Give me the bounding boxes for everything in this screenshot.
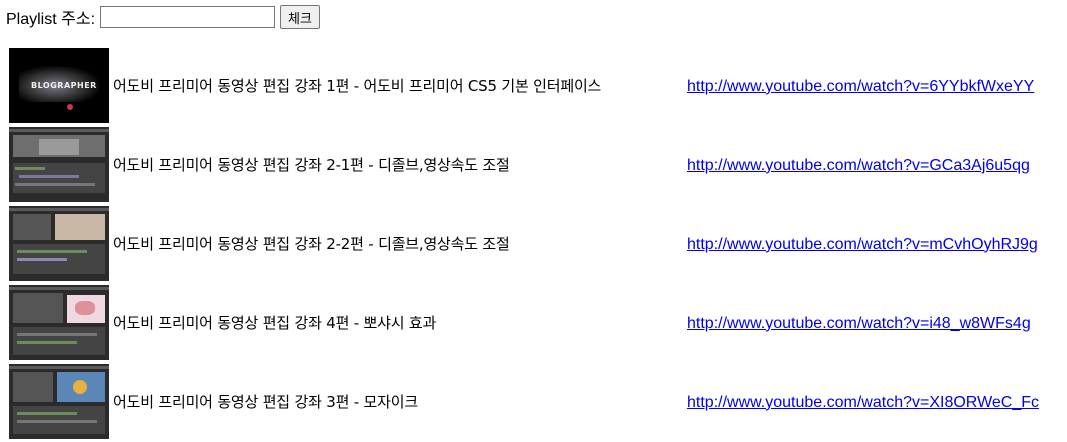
- video-thumbnail: BLOGRAPHER: [9, 48, 109, 123]
- video-title: 어도비 프리미어 동영상 편집 강좌 2-2편 - 디졸브,영상속도 조절: [113, 235, 510, 253]
- video-row: 어도비 프리미어 동영상 편집 강좌 3편 - 모자이크 http://www.…: [8, 363, 1040, 440]
- video-link[interactable]: http://www.youtube.com/watch?v=mCvhOyhRJ…: [687, 236, 1038, 253]
- video-link[interactable]: http://www.youtube.com/watch?v=i48_w8WFs…: [687, 315, 1031, 332]
- video-link[interactable]: http://www.youtube.com/watch?v=XI8ORWeC_…: [687, 394, 1039, 411]
- video-row: 어도비 프리미어 동영상 편집 강좌 2-2편 - 디졸브,영상속도 조절 ht…: [8, 205, 1040, 282]
- video-thumbnail: [9, 127, 109, 202]
- video-link[interactable]: http://www.youtube.com/watch?v=6YYbkfWxe…: [687, 78, 1034, 95]
- playlist-form: Playlist 주소: 체크: [6, 5, 320, 29]
- video-title: 어도비 프리미어 동영상 편집 강좌 3편 - 모자이크: [113, 393, 418, 411]
- video-title: 어도비 프리미어 동영상 편집 강좌 2-1편 - 디졸브,영상속도 조절: [113, 156, 510, 174]
- video-title: 어도비 프리미어 동영상 편집 강좌 1편 - 어도비 프리미어 CS5 기본 …: [113, 77, 602, 95]
- video-list: BLOGRAPHER 어도비 프리미어 동영상 편집 강좌 1편 - 어도비 프…: [6, 45, 1042, 442]
- playlist-url-input[interactable]: [100, 6, 276, 28]
- video-row: 어도비 프리미어 동영상 편집 강좌 4편 - 뽀샤시 효과 http://ww…: [8, 284, 1040, 361]
- playlist-label: Playlist 주소:: [6, 11, 96, 28]
- video-title: 어도비 프리미어 동영상 편집 강좌 4편 - 뽀샤시 효과: [113, 314, 437, 332]
- video-row: 어도비 프리미어 동영상 편집 강좌 2-1편 - 디졸브,영상속도 조절 ht…: [8, 126, 1040, 203]
- video-thumbnail: [9, 206, 109, 281]
- video-row: BLOGRAPHER 어도비 프리미어 동영상 편집 강좌 1편 - 어도비 프…: [8, 47, 1040, 124]
- video-link[interactable]: http://www.youtube.com/watch?v=GCa3Aj6u5…: [687, 157, 1030, 174]
- video-thumbnail: [9, 285, 109, 360]
- thumbnail-logo-text: BLOGRAPHER: [31, 81, 97, 90]
- check-button[interactable]: 체크: [280, 5, 320, 29]
- video-thumbnail: [9, 364, 109, 439]
